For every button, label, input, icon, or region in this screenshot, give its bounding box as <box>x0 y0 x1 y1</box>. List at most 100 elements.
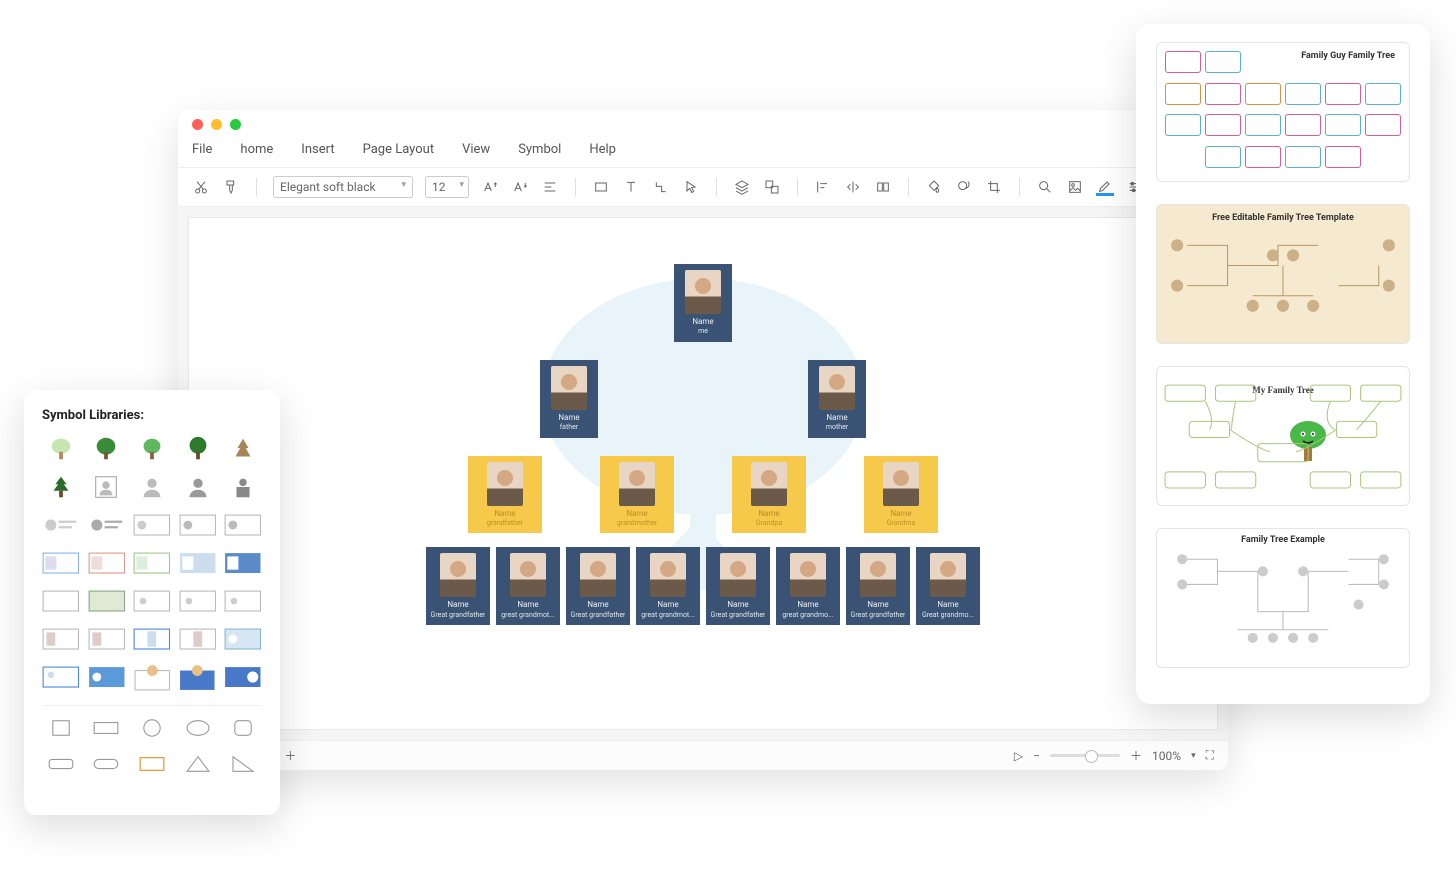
symbol-person-icon[interactable] <box>179 473 217 501</box>
shape-ellipse-icon[interactable] <box>179 716 217 740</box>
symbol-card-icon[interactable] <box>42 511 80 539</box>
symbol-card-icon[interactable] <box>224 587 262 615</box>
align-left-icon[interactable] <box>814 178 832 196</box>
shape-rounded-rect-icon[interactable] <box>42 752 80 776</box>
menu-view[interactable]: View <box>462 142 490 157</box>
group-icon[interactable] <box>763 178 781 196</box>
symbol-card-icon[interactable] <box>224 549 262 577</box>
tree-node-great-grandparent[interactable]: NameGreat grandfather <box>566 547 630 625</box>
font-select[interactable]: Elegant soft black <box>273 176 413 198</box>
tree-node-grandparent[interactable]: NameGrandpa <box>732 456 806 534</box>
menu-file[interactable]: File <box>192 142 212 157</box>
shape-triangle-icon[interactable] <box>179 752 217 776</box>
maximize-icon[interactable] <box>230 119 241 130</box>
symbol-card-icon[interactable] <box>224 663 262 691</box>
symbol-card-icon[interactable] <box>42 549 80 577</box>
flip-horizontal-icon[interactable] <box>844 178 862 196</box>
symbol-card-icon[interactable] <box>179 511 217 539</box>
menu-symbol[interactable]: Symbol <box>518 142 561 157</box>
symbol-card-icon[interactable] <box>133 511 171 539</box>
symbol-tree-icon[interactable] <box>133 435 171 463</box>
fullscreen-icon[interactable]: ⛶ <box>1206 748 1214 763</box>
tree-node-grandparent[interactable]: Namegrandfather <box>468 456 542 534</box>
template-thumbnail[interactable]: My Family Tree <box>1156 366 1410 506</box>
symbol-card-icon[interactable] <box>42 663 80 691</box>
tree-node-great-grandparent[interactable]: Namegreat grandmot... <box>636 547 700 625</box>
symbol-tree-icon[interactable] <box>88 435 126 463</box>
menu-home[interactable]: home <box>240 142 273 157</box>
format-painter-icon[interactable] <box>222 178 240 196</box>
symbol-tree-icon[interactable] <box>224 435 262 463</box>
zoom-out-icon[interactable]: − <box>1033 749 1040 763</box>
shape-triangle-right-icon[interactable] <box>224 752 262 776</box>
symbol-card-icon[interactable] <box>179 625 217 653</box>
symbol-card-icon[interactable] <box>88 587 126 615</box>
template-thumbnail[interactable]: Family Guy Family Tree <box>1156 42 1410 182</box>
symbol-card-icon[interactable] <box>42 587 80 615</box>
tree-node-grandparent[interactable]: NameGrandma <box>864 456 938 534</box>
connector-icon[interactable] <box>652 178 670 196</box>
symbol-person-icon[interactable] <box>133 473 171 501</box>
shape-circle-icon[interactable] <box>133 716 171 740</box>
crop-icon[interactable] <box>985 178 1003 196</box>
add-page-icon[interactable]: ＋ <box>284 747 296 764</box>
menu-insert[interactable]: Insert <box>301 142 334 157</box>
symbol-tree-icon[interactable] <box>42 435 80 463</box>
font-size-select[interactable]: 12 <box>425 176 469 198</box>
tree-node-me[interactable]: Nameme <box>674 264 732 342</box>
image-icon[interactable] <box>1066 178 1084 196</box>
shape-square-icon[interactable] <box>42 716 80 740</box>
symbol-card-icon[interactable] <box>133 663 171 691</box>
tree-node-great-grandparent[interactable]: NameGreat grandfather <box>846 547 910 625</box>
tree-node-great-grandparent[interactable]: NameGreat grandmo... <box>916 547 980 625</box>
tree-node-mother[interactable]: Namemother <box>808 360 866 438</box>
shape-pill-icon[interactable] <box>88 752 126 776</box>
font-decrease-icon[interactable] <box>511 178 529 196</box>
symbol-tree-icon[interactable] <box>179 435 217 463</box>
menu-page-layout[interactable]: Page Layout <box>363 142 435 157</box>
align-icon[interactable] <box>541 178 559 196</box>
symbol-card-icon[interactable] <box>88 549 126 577</box>
template-thumbnail[interactable]: Family Tree Example <box>1156 528 1410 668</box>
symbol-person-icon[interactable] <box>88 473 126 501</box>
tree-node-great-grandparent[interactable]: Namegreat grandmo... <box>776 547 840 625</box>
pen-color-icon[interactable] <box>1096 178 1114 196</box>
canvas[interactable]: Nameme Namefather Namemother Namegrandfa… <box>178 207 1228 740</box>
shape-container-icon[interactable] <box>133 752 171 776</box>
symbol-person-icon[interactable] <box>224 473 262 501</box>
symbol-card-icon[interactable] <box>224 511 262 539</box>
pointer-icon[interactable] <box>682 178 700 196</box>
tree-node-great-grandparent[interactable]: NameGreat grandfather <box>706 547 770 625</box>
rectangle-icon[interactable] <box>592 178 610 196</box>
fill-color-icon[interactable] <box>925 178 943 196</box>
shadow-icon[interactable] <box>955 178 973 196</box>
zoom-value[interactable]: 100% <box>1152 749 1181 763</box>
text-icon[interactable] <box>622 178 640 196</box>
symbol-card-icon[interactable] <box>133 549 171 577</box>
cut-icon[interactable] <box>192 178 210 196</box>
zoom-slider[interactable] <box>1050 754 1120 757</box>
symbol-card-icon[interactable] <box>133 625 171 653</box>
symbol-card-icon[interactable] <box>88 511 126 539</box>
tree-node-grandparent[interactable]: Namegrandmother <box>600 456 674 534</box>
symbol-card-icon[interactable] <box>88 663 126 691</box>
symbol-card-icon[interactable] <box>88 625 126 653</box>
minimize-icon[interactable] <box>211 119 222 130</box>
shape-rounded-square-icon[interactable] <box>224 716 262 740</box>
symbol-card-icon[interactable] <box>42 625 80 653</box>
page[interactable]: Nameme Namefather Namemother Namegrandfa… <box>188 217 1218 730</box>
tree-node-great-grandparent[interactable]: Namegreat grandmot... <box>496 547 560 625</box>
play-icon[interactable]: ▷ <box>1014 749 1023 763</box>
font-increase-icon[interactable] <box>481 178 499 196</box>
menu-help[interactable]: Help <box>589 142 616 157</box>
chevron-down-icon[interactable]: ▾ <box>1191 751 1196 761</box>
layers-icon[interactable] <box>733 178 751 196</box>
same-size-icon[interactable] <box>874 178 892 196</box>
tree-node-father[interactable]: Namefather <box>540 360 598 438</box>
zoom-in-icon[interactable]: ＋ <box>1130 747 1142 764</box>
symbol-pine-icon[interactable] <box>42 473 80 501</box>
shape-rectangle-icon[interactable] <box>88 716 126 740</box>
close-icon[interactable] <box>192 119 203 130</box>
template-thumbnail[interactable]: Free Editable Family Tree Template <box>1156 204 1410 344</box>
symbol-card-icon[interactable] <box>179 663 217 691</box>
